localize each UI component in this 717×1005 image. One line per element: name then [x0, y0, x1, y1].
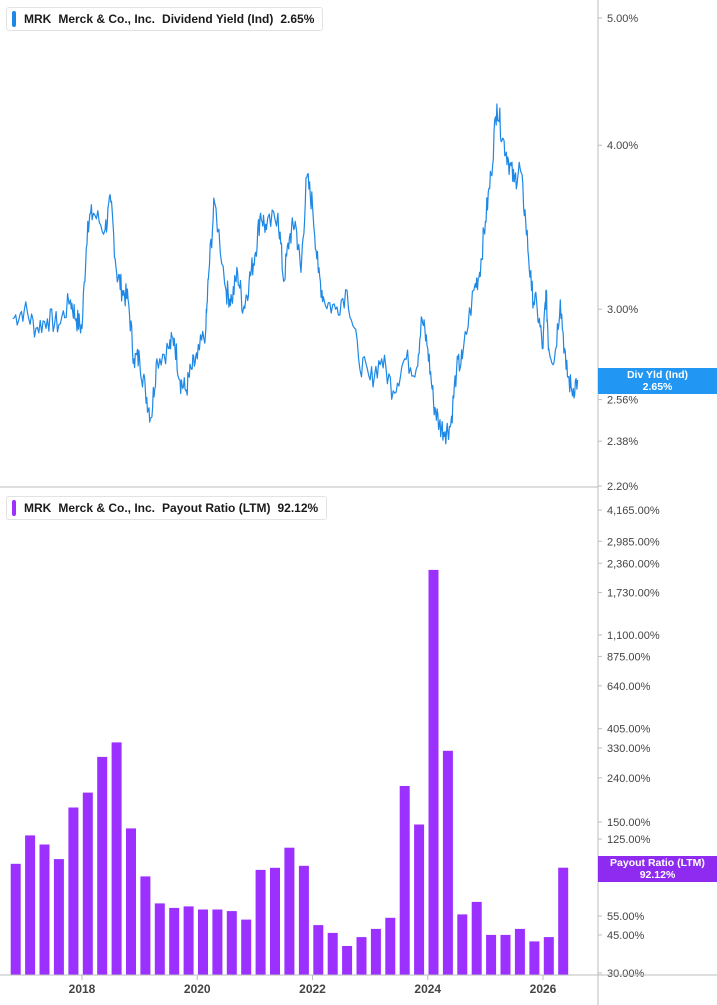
payout-bar	[111, 742, 122, 975]
y-tick-label: 125.00%	[607, 834, 651, 846]
dividend-yield-badge: Div Yld (Ind) 2.65%	[598, 368, 717, 394]
payout-bar	[543, 937, 554, 975]
payout-bar	[298, 865, 309, 975]
x-tick-label: 2024	[414, 982, 441, 996]
x-tick-label: 2022	[299, 982, 326, 996]
payout-bar	[25, 835, 36, 975]
payout-bar	[471, 901, 482, 975]
payout-bar	[183, 906, 194, 975]
y-tick-label: 2.38%	[607, 436, 638, 448]
payout-bar	[255, 869, 266, 975]
y-tick-label: 1,730.00%	[607, 587, 660, 599]
y-tick-label: 2,360.00%	[607, 558, 660, 570]
y-tick-label: 405.00%	[607, 724, 651, 736]
payout-series-swatch	[12, 500, 16, 516]
payout-bar	[514, 928, 525, 975]
y-tick-label: 3.00%	[607, 304, 638, 316]
legend-ticker: MRK	[24, 501, 52, 515]
y-tick-label: 150.00%	[607, 817, 651, 829]
payout-bar	[399, 786, 410, 975]
payout-ratio-chart: 4,165.00% 2,985.00% 2,360.00% 1,730.00% 1,10…	[10, 505, 660, 980]
payout-bar	[442, 750, 453, 975]
payout-bar	[140, 876, 151, 975]
payout-bar	[385, 917, 396, 975]
payout-bar	[486, 934, 497, 975]
x-tick-label: 2020	[184, 982, 211, 996]
payout-bar	[457, 914, 468, 975]
y-tick-label: 2.56%	[607, 395, 638, 407]
legend-company: Merck & Co., Inc.	[58, 12, 156, 26]
payout-bar	[226, 911, 237, 975]
dividend-yield-line	[12, 103, 579, 445]
payout-bar	[97, 756, 108, 975]
legend-company: Merck & Co., Inc.	[58, 501, 156, 515]
y-tick-label: 2,985.00%	[607, 536, 660, 548]
payout-bar	[342, 946, 353, 975]
y-tick-label: 1,100.00%	[607, 630, 660, 642]
payout-bar	[169, 907, 180, 975]
y-tick-label: 55.00%	[607, 911, 645, 923]
payout-ratio-legend[interactable]: MRK Merck & Co., Inc. Payout Ratio (LTM)…	[6, 496, 328, 520]
x-tick-label: 2018	[69, 982, 96, 996]
payout-bar	[313, 925, 324, 975]
payout-bar	[154, 903, 165, 975]
y-tick-label: 875.00%	[607, 651, 651, 663]
y-tick-label: 30.00%	[607, 968, 645, 980]
payout-bar	[198, 909, 208, 975]
y-tick-label: 5.00%	[607, 13, 638, 25]
payout-bar	[39, 844, 50, 975]
payout-bar	[126, 828, 136, 975]
badge-value: 92.12%	[639, 869, 676, 881]
y-tick-label: 2.20%	[607, 481, 638, 493]
yield-series-swatch	[12, 11, 16, 27]
payout-bar	[241, 919, 252, 975]
payout-bar	[270, 867, 280, 975]
x-tick-label: 2026	[530, 982, 557, 996]
payout-bar	[414, 824, 425, 975]
y-tick-label: 4.00%	[607, 140, 638, 152]
legend-metric: Dividend Yield (Ind)	[162, 12, 274, 26]
payout-bar	[284, 847, 295, 975]
legend-ticker: MRK	[24, 12, 52, 26]
payout-bar	[356, 937, 367, 975]
y-tick-label: 4,165.00%	[607, 505, 660, 517]
payout-ratio-badge: Payout Ratio (LTM) 92.12%	[598, 856, 717, 882]
badge-label: Payout Ratio (LTM)	[610, 857, 705, 869]
payout-bar	[82, 792, 93, 975]
payout-bar	[68, 807, 79, 975]
payout-bar	[500, 934, 511, 975]
payout-bar	[428, 569, 439, 975]
payout-bar	[327, 932, 338, 975]
payout-bar	[370, 928, 381, 975]
y-tick-label: 240.00%	[607, 773, 651, 785]
y-tick-label: 640.00%	[607, 681, 651, 693]
payout-bar	[212, 909, 223, 975]
payout-bar	[53, 859, 64, 975]
dividend-yield-legend[interactable]: MRK Merck & Co., Inc. Dividend Yield (In…	[6, 7, 324, 31]
legend-metric: Payout Ratio (LTM)	[162, 501, 271, 515]
payout-bar	[558, 867, 569, 975]
dividend-yield-chart: 5.00% 4.00% 3.00% 2.56% 2.38% 2.20%	[12, 13, 638, 493]
payout-bar	[10, 863, 21, 975]
payout-bar	[529, 941, 540, 975]
badge-label: Div Yld (Ind)	[626, 369, 689, 381]
legend-value: 2.65%	[280, 12, 315, 26]
y-tick-label: 45.00%	[607, 930, 645, 942]
y-tick-label: 330.00%	[607, 743, 651, 755]
badge-value: 2.65%	[642, 381, 673, 393]
legend-value: 92.12%	[277, 501, 319, 515]
